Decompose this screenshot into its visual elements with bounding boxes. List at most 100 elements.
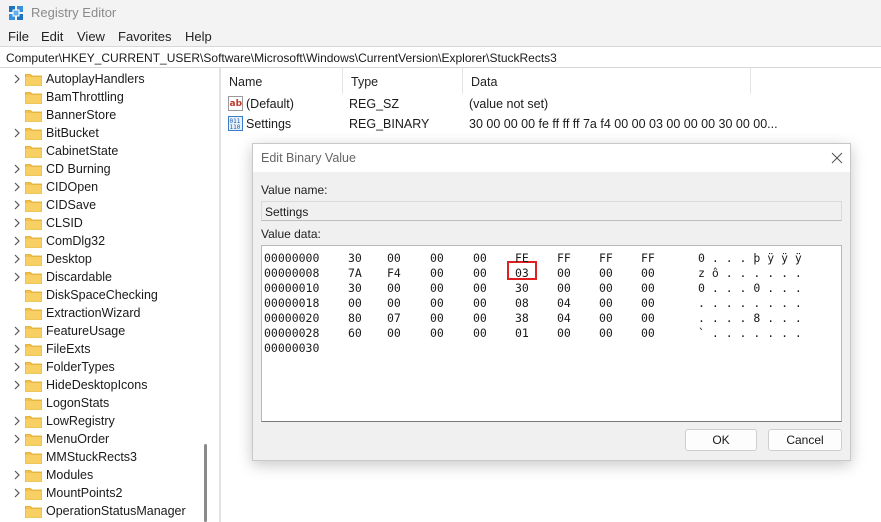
hex-byte[interactable]: 00: [557, 266, 571, 280]
hex-byte[interactable]: 00: [348, 296, 362, 310]
value-row-settings[interactable]: 011 110 Settings REG_BINARY 30 00 00 00 …: [221, 114, 881, 134]
hex-byte[interactable]: 04: [557, 311, 571, 325]
tree-item[interactable]: MenuOrder: [0, 430, 205, 448]
hex-byte[interactable]: 00: [430, 281, 444, 295]
column-header-data[interactable]: Data: [463, 68, 751, 94]
hex-byte[interactable]: 80: [348, 311, 362, 325]
hex-byte[interactable]: 00: [557, 281, 571, 295]
hex-byte[interactable]: FE: [515, 251, 529, 265]
hex-byte[interactable]: 00: [641, 266, 655, 280]
hex-byte[interactable]: 00: [641, 281, 655, 295]
tree-item[interactable]: BamThrottling: [0, 88, 205, 106]
chevron-right-icon[interactable]: [12, 163, 22, 175]
tree-item[interactable]: DiskSpaceChecking: [0, 286, 205, 304]
hex-byte[interactable]: 00: [387, 251, 401, 265]
hex-byte[interactable]: 00: [599, 296, 613, 310]
hex-byte[interactable]: F4: [387, 266, 401, 280]
tree-item[interactable]: CabinetState: [0, 142, 205, 160]
hex-byte[interactable]: FF: [599, 251, 613, 265]
ok-button[interactable]: OK: [685, 429, 757, 451]
close-icon[interactable]: [826, 148, 848, 168]
hex-byte[interactable]: 30: [348, 281, 362, 295]
hex-byte[interactable]: 00: [430, 266, 444, 280]
hex-byte[interactable]: FF: [641, 251, 655, 265]
chevron-right-icon[interactable]: [12, 217, 22, 229]
hex-byte[interactable]: 00: [430, 296, 444, 310]
tree-item[interactable]: ExtractionWizard: [0, 304, 205, 322]
chevron-right-icon[interactable]: [12, 73, 22, 85]
chevron-right-icon[interactable]: [12, 235, 22, 247]
menu-favorites[interactable]: Favorites: [118, 29, 171, 44]
column-header-name[interactable]: Name: [221, 68, 343, 94]
menu-edit[interactable]: Edit: [41, 29, 63, 44]
chevron-right-icon[interactable]: [12, 487, 22, 499]
hex-byte[interactable]: 03: [515, 266, 529, 280]
chevron-right-icon[interactable]: [12, 181, 22, 193]
hex-byte[interactable]: 00: [599, 281, 613, 295]
address-path[interactable]: Computer\HKEY_CURRENT_USER\Software\Micr…: [6, 51, 557, 65]
hex-byte[interactable]: 00: [473, 311, 487, 325]
hex-byte[interactable]: 00: [473, 251, 487, 265]
hex-byte[interactable]: 08: [515, 296, 529, 310]
tree-item[interactable]: CIDOpen: [0, 178, 205, 196]
tree-item[interactable]: BitBucket: [0, 124, 205, 142]
tree-item[interactable]: BannerStore: [0, 106, 205, 124]
hex-byte[interactable]: 00: [473, 266, 487, 280]
hex-byte[interactable]: 00: [641, 311, 655, 325]
tree-item[interactable]: Discardable: [0, 268, 205, 286]
chevron-right-icon[interactable]: [12, 433, 22, 445]
hex-byte[interactable]: 07: [387, 311, 401, 325]
hex-byte[interactable]: 00: [430, 326, 444, 340]
hex-byte[interactable]: 00: [430, 311, 444, 325]
hex-byte[interactable]: 00: [387, 281, 401, 295]
tree-item[interactable]: CLSID: [0, 214, 205, 232]
hex-byte[interactable]: 30: [348, 251, 362, 265]
tree-item[interactable]: FeatureUsage: [0, 322, 205, 340]
chevron-right-icon[interactable]: [12, 271, 22, 283]
hex-byte[interactable]: 38: [515, 311, 529, 325]
hex-byte[interactable]: 7A: [348, 266, 362, 280]
menu-file[interactable]: File: [8, 29, 29, 44]
key-tree[interactable]: AutoplayHandlers BamThrottling BannerStore…: [0, 68, 216, 522]
tree-item[interactable]: LogonStats: [0, 394, 205, 412]
tree-item[interactable]: ComDlg32: [0, 232, 205, 250]
chevron-right-icon[interactable]: [12, 325, 22, 337]
chevron-right-icon[interactable]: [12, 343, 22, 355]
chevron-right-icon[interactable]: [12, 379, 22, 391]
tree-item[interactable]: FolderTypes: [0, 358, 205, 376]
hex-byte[interactable]: 04: [557, 296, 571, 310]
hex-byte[interactable]: 30: [515, 281, 529, 295]
hex-byte[interactable]: FF: [557, 251, 571, 265]
tree-item[interactable]: Desktop: [0, 250, 205, 268]
address-bar[interactable]: Computer\HKEY_CURRENT_USER\Software\Micr…: [0, 46, 881, 68]
cancel-button[interactable]: Cancel: [768, 429, 842, 451]
menu-help[interactable]: Help: [185, 29, 212, 44]
hex-byte[interactable]: 00: [387, 326, 401, 340]
hex-byte[interactable]: 00: [387, 296, 401, 310]
chevron-right-icon[interactable]: [12, 469, 22, 481]
tree-item[interactable]: CIDSave: [0, 196, 205, 214]
tree-item[interactable]: AutoplayHandlers: [0, 70, 205, 88]
menu-view[interactable]: View: [77, 29, 105, 44]
chevron-right-icon[interactable]: [12, 415, 22, 427]
tree-scrollbar[interactable]: [204, 444, 207, 522]
hex-byte[interactable]: 00: [599, 266, 613, 280]
hex-byte[interactable]: 00: [641, 296, 655, 310]
value-row-default[interactable]: ab (Default) REG_SZ (value not set): [221, 94, 881, 114]
hex-byte[interactable]: 00: [599, 311, 613, 325]
value-data-editor[interactable]: 00000000 30 00 00 00 FE FF FF FF 0 . . . þ ÿ ÿ ÿ0…: [261, 245, 842, 422]
tree-item[interactable]: Modules: [0, 466, 205, 484]
hex-byte[interactable]: 01: [515, 326, 529, 340]
hex-byte[interactable]: 60: [348, 326, 362, 340]
hex-byte[interactable]: 00: [473, 296, 487, 310]
chevron-right-icon[interactable]: [12, 127, 22, 139]
tree-item[interactable]: FileExts: [0, 340, 205, 358]
hex-byte[interactable]: 00: [430, 251, 444, 265]
tree-item[interactable]: HideDesktopIcons: [0, 376, 205, 394]
hex-byte[interactable]: 00: [473, 326, 487, 340]
chevron-right-icon[interactable]: [12, 253, 22, 265]
tree-item[interactable]: LowRegistry: [0, 412, 205, 430]
tree-item[interactable]: MountPoints2: [0, 484, 205, 502]
hex-byte[interactable]: 00: [557, 326, 571, 340]
chevron-right-icon[interactable]: [12, 199, 22, 211]
